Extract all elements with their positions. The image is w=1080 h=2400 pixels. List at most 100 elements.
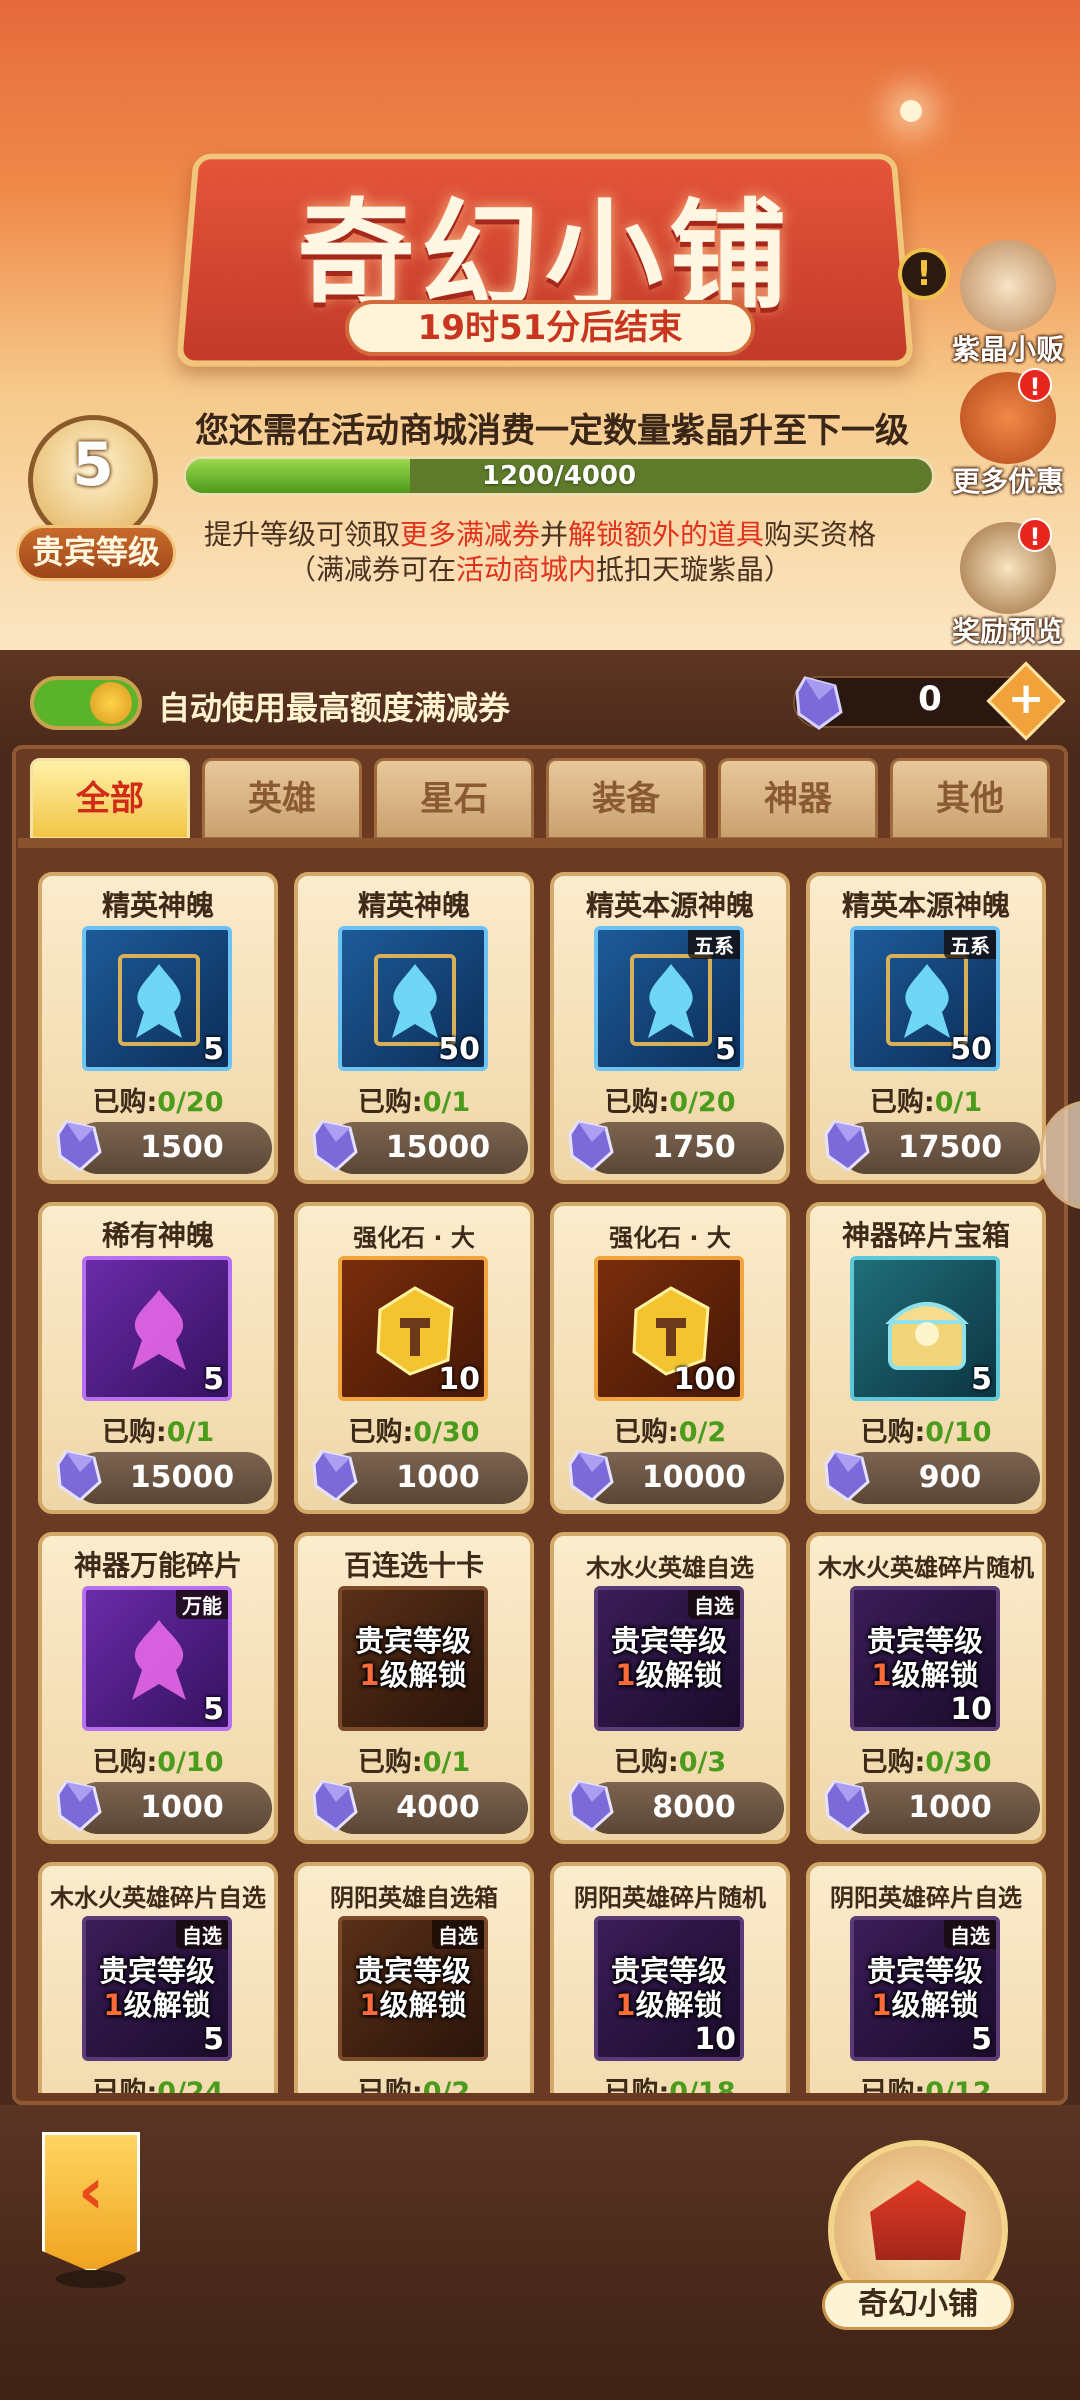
purchase-limit-label: 已购: [92, 1747, 158, 1778]
purchase-limit: 已购:0/30 [298, 1410, 530, 1449]
purchase-count: 0/30 [925, 1747, 992, 1778]
shop-item-card[interactable]: 精英神魄 50 已购:0/1 15000 [294, 872, 534, 1184]
amethyst-gem-icon [54, 1116, 104, 1174]
purchase-count: 0/10 [925, 1417, 992, 1448]
tab-1[interactable]: 英雄 [202, 758, 362, 840]
tip2-part-a: （满减券可在 [287, 553, 456, 586]
lock-level-num: 1 [615, 1988, 636, 2022]
money-bag-icon: ! [960, 368, 1056, 464]
shop-item-card[interactable]: 阴阳英雄碎片随机 贵宾等级 1级解锁 10 已购:0/18 [550, 1862, 790, 2093]
item-icon[interactable]: 万能 5 [82, 1586, 232, 1731]
lock-level-unit: 级 [635, 1658, 665, 1692]
item-quantity: 10 [438, 1362, 480, 1397]
item-icon[interactable]: 五系 5 [594, 926, 744, 1071]
tab-4[interactable]: 神器 [718, 758, 878, 840]
item-icon[interactable]: 50 [338, 926, 488, 1071]
info-warning-icon[interactable]: ! [898, 248, 950, 300]
shop-item-card[interactable]: 木水火英雄碎片随机 贵宾等级 1级解锁 10 已购:0/30 1000 [806, 1532, 1046, 1844]
purchase-limit-label: 已购: [101, 1417, 167, 1448]
purchase-count: 0/30 [413, 1417, 480, 1448]
tab-2[interactable]: 星石 [374, 758, 534, 840]
offers-badge: ! [1018, 368, 1052, 402]
item-name: 神器万能碎片 [73, 1549, 242, 1582]
lock-line-2: 解锁 [920, 1988, 979, 2022]
shop-item-card[interactable]: 神器万能碎片 万能 5 已购:0/10 1000 [38, 1532, 278, 1844]
item-icon[interactable]: 100 [594, 1256, 744, 1401]
item-icon[interactable]: 五系 50 [850, 926, 1000, 1071]
shop-item-card[interactable]: 稀有神魄 5 已购:0/1 15000 [38, 1202, 278, 1514]
lock-line-1: 贵宾等级 [354, 1954, 471, 1988]
item-icon[interactable]: 贵宾等级 1级解锁 10 [594, 1916, 744, 2061]
lock-line-1: 贵宾等级 [610, 1954, 727, 1988]
item-icon[interactable]: 5 [82, 1256, 232, 1401]
back-button-stand [56, 2270, 126, 2288]
shop-item-card[interactable]: 强化石 · 大 10 已购:0/30 1000 [294, 1202, 534, 1514]
item-icon[interactable]: 贵宾等级 1级解锁 [338, 1586, 488, 1731]
shop-item-card[interactable]: 精英神魄 5 已购:0/20 1500 [38, 872, 278, 1184]
purchase-limit-label: 已购: [357, 1747, 423, 1778]
item-icon[interactable]: 自选 贵宾等级 1级解锁 [594, 1586, 744, 1731]
tip1-highlight-unlock: 解锁额外的道具 [568, 518, 765, 551]
amethyst-gem-icon [566, 1776, 616, 1834]
item-icon[interactable]: 自选 贵宾等级 1级解锁 5 [850, 1916, 1000, 2061]
item-icon[interactable]: 5 [82, 926, 232, 1071]
item-icon[interactable]: 自选 贵宾等级 1级解锁 5 [82, 1916, 232, 2061]
tip2-part-c: 抵扣天璇紫晶） [596, 553, 793, 586]
locked-overlay: 贵宾等级 1级解锁 [598, 1954, 740, 2022]
fantasy-shop-label: 奇幻小铺 [822, 2280, 1014, 2330]
lock-level-unit: 级 [891, 1658, 921, 1692]
shop-item-card[interactable]: 木水火英雄自选 自选 贵宾等级 1级解锁 已购:0/3 8000 [550, 1532, 790, 1844]
tab-0[interactable]: 全部 [30, 758, 190, 840]
item-icon[interactable]: 5 [850, 1256, 1000, 1401]
shop-item-card[interactable]: 精英本源神魄 五系 5 已购:0/20 1750 [550, 872, 790, 1184]
item-tag: 万能 [176, 1590, 228, 1619]
purchase-limit-label: 已购: [613, 1417, 679, 1448]
lock-line-2: 解锁 [664, 1988, 723, 2022]
purchase-limit-label: 已购: [860, 1417, 926, 1448]
lock-level-num: 1 [359, 1988, 380, 2022]
amethyst-gem-icon [310, 1776, 360, 1834]
amethyst-vendor-button[interactable]: 紫晶小贩 [948, 240, 1068, 368]
more-offers-button[interactable]: ! 更多优惠 [948, 368, 1068, 500]
item-name: 精英本源神魄 [585, 889, 754, 922]
purchase-limit: 已购:0/1 [298, 1080, 530, 1119]
purchase-count: 0/2 [678, 1417, 727, 1448]
vip-level-number: 5 [72, 430, 114, 500]
purchase-limit: 已购:0/1 [42, 1410, 274, 1449]
toggle-knob[interactable] [90, 682, 132, 724]
item-name: 木水火英雄自选 [586, 1554, 754, 1582]
shop-item-card[interactable]: 百连选十卡 贵宾等级 1级解锁 已购:0/1 4000 [294, 1532, 534, 1844]
shop-item-card[interactable]: 木水火英雄碎片自选 自选 贵宾等级 1级解锁 5 已购:0/24 [38, 1862, 278, 2093]
amethyst-gem-icon [822, 1776, 872, 1834]
item-quantity: 5 [971, 1362, 992, 1397]
shop-item-card[interactable]: 精英本源神魄 五系 50 已购:0/1 17500 [806, 872, 1046, 1184]
shop-item-card[interactable]: 阴阳英雄自选箱 自选 贵宾等级 1级解锁 已购:0/2 [294, 1862, 534, 2093]
reward-preview-button[interactable]: ! 奖励预览 [948, 518, 1068, 650]
purchase-count: 0/18 [669, 2077, 736, 2093]
item-icon[interactable]: 自选 贵宾等级 1级解锁 [338, 1916, 488, 2061]
purchase-limit: 已购:0/2 [298, 2070, 530, 2093]
purchase-count: 0/10 [157, 1747, 224, 1778]
lock-line-1: 贵宾等级 [866, 1954, 983, 1988]
purchase-limit: 已购:0/20 [554, 1080, 786, 1119]
shop-item-card[interactable]: 神器碎片宝箱 5 已购:0/10 900 [806, 1202, 1046, 1514]
purchase-limit-label: 已购: [92, 1087, 158, 1118]
item-icon[interactable]: 贵宾等级 1级解锁 10 [850, 1586, 1000, 1731]
purchase-limit: 已购:0/30 [810, 1740, 1042, 1779]
tab-5[interactable]: 其他 [890, 758, 1050, 840]
tip1-highlight-coupons: 更多满减券 [399, 518, 540, 551]
purchase-count: 0/2 [422, 2077, 471, 2093]
lock-level-num: 1 [871, 1658, 892, 1692]
shop-item-card[interactable]: 强化石 · 大 100 已购:0/2 10000 [550, 1202, 790, 1514]
upgrade-hint: 您还需在活动商城消费一定数量紫晶升至下一级 [195, 411, 909, 451]
item-icon[interactable]: 10 [338, 1256, 488, 1401]
purchase-limit: 已购:0/12 [810, 2070, 1042, 2093]
purchase-limit: 已购:0/18 [554, 2070, 786, 2093]
item-name: 精英神魄 [357, 889, 470, 922]
tab-3[interactable]: 装备 [546, 758, 706, 840]
item-quantity: 10 [694, 2022, 736, 2057]
purchase-limit: 已购:0/1 [298, 1740, 530, 1779]
shop-item-card[interactable]: 阴阳英雄碎片自选 自选 贵宾等级 1级解锁 5 已购:0/12 [806, 1862, 1046, 2093]
amethyst-vendor-label: 紫晶小贩 [951, 333, 1064, 366]
lock-line-1: 贵宾等级 [866, 1624, 983, 1658]
